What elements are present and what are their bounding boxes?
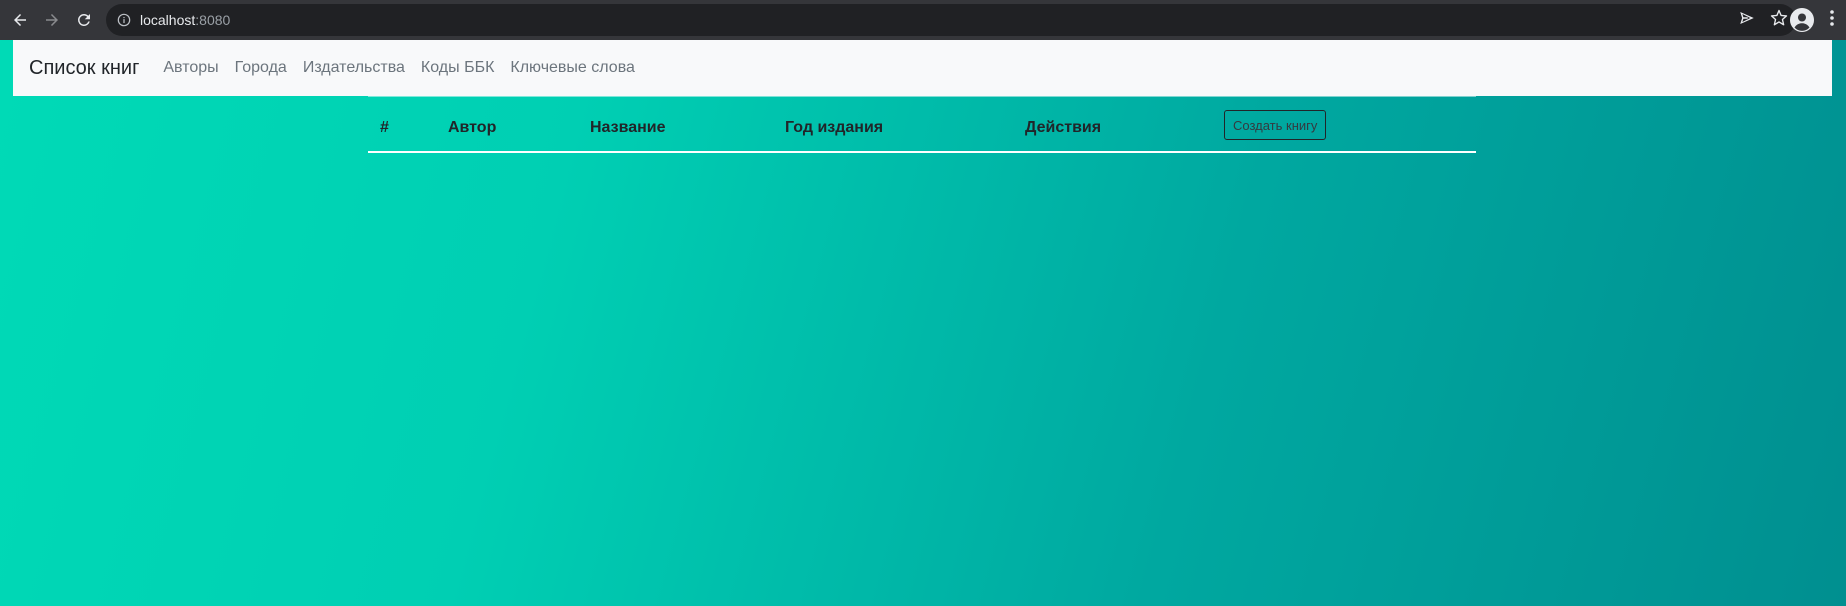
forward-arrow-icon bbox=[46, 14, 58, 26]
column-header-title: Название bbox=[590, 119, 666, 136]
back-button[interactable] bbox=[8, 8, 32, 32]
reload-icon bbox=[77, 13, 90, 26]
url-text[interactable]: localhost:8080 bbox=[140, 12, 230, 28]
page-viewport: Список книг Авторы Города Издательства К… bbox=[0, 40, 1846, 606]
url-host: localhost bbox=[140, 12, 196, 28]
nav-link-authors[interactable]: Авторы bbox=[163, 59, 218, 77]
create-book-button[interactable]: Создать книгу bbox=[1224, 110, 1327, 140]
column-header-author: Автор bbox=[448, 119, 497, 136]
address-bar[interactable]: localhost:8080 bbox=[106, 4, 1796, 36]
star-icon[interactable] bbox=[1770, 9, 1788, 32]
send-icon[interactable] bbox=[1738, 9, 1756, 32]
navbar-brand[interactable]: Список книг bbox=[29, 57, 139, 80]
profile-icon[interactable] bbox=[1790, 8, 1814, 32]
nav-link-publishers[interactable]: Издательства bbox=[303, 59, 405, 77]
reload-button[interactable] bbox=[72, 8, 96, 32]
forward-button[interactable] bbox=[40, 8, 64, 32]
nav-link-keywords[interactable]: Ключевые слова bbox=[510, 59, 635, 77]
back-arrow-icon bbox=[14, 14, 26, 26]
column-header-number: # bbox=[380, 119, 389, 136]
column-header-year: Год издания bbox=[785, 119, 884, 136]
nav-links: Авторы Города Издательства Коды ББК Ключ… bbox=[163, 59, 651, 77]
nav-link-cities[interactable]: Города bbox=[235, 59, 287, 77]
column-header-actions: Действия bbox=[1025, 119, 1102, 136]
navbar: Список книг Авторы Города Издательства К… bbox=[13, 40, 1832, 96]
nav-link-bbk-codes[interactable]: Коды ББК bbox=[421, 59, 494, 77]
more-vert-icon[interactable] bbox=[1824, 9, 1840, 32]
table-header-row: # Автор Название Год издания Действия Со… bbox=[368, 96, 1476, 153]
browser-toolbar: localhost:8080 bbox=[0, 0, 1846, 40]
url-port: :8080 bbox=[195, 12, 231, 28]
books-table: # Автор Название Год издания Действия Со… bbox=[368, 96, 1476, 153]
info-icon[interactable] bbox=[116, 12, 132, 28]
